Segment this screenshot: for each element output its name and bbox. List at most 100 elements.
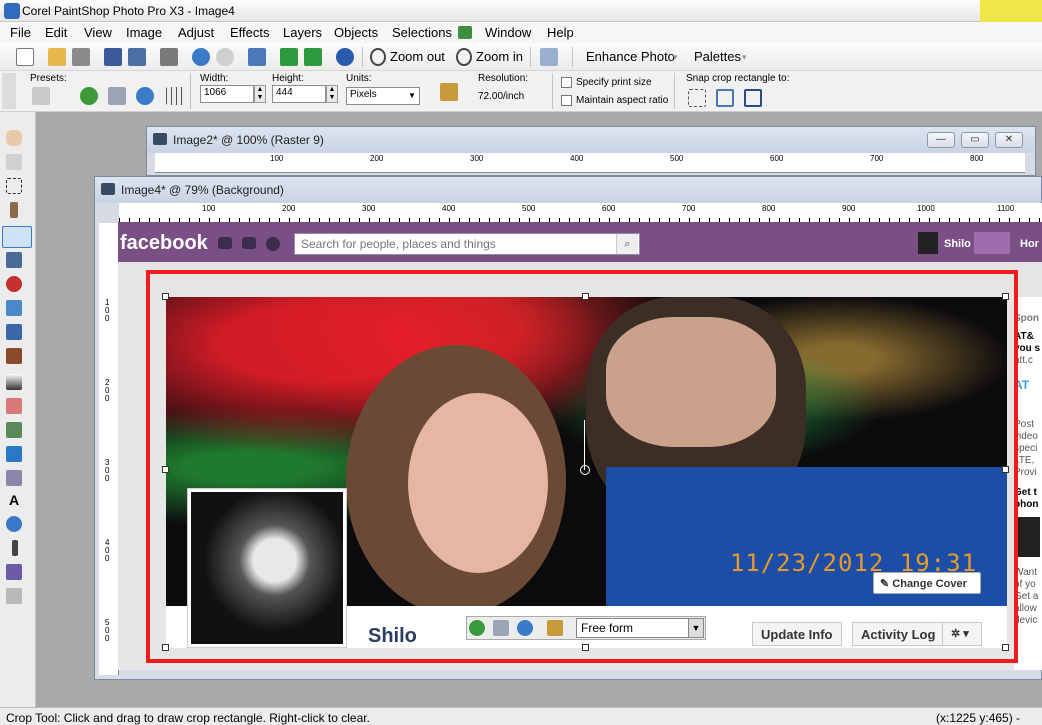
- menu-objects[interactable]: Objects: [334, 25, 378, 40]
- clone-icon[interactable]: [6, 324, 22, 340]
- paint-brush-icon[interactable]: [6, 348, 22, 364]
- chevron-down-icon[interactable]: ▼: [688, 619, 703, 637]
- open-folder-icon[interactable]: [48, 48, 66, 66]
- ad-line: phon: [1014, 499, 1039, 510]
- options-separator: [552, 73, 553, 109]
- chevron-down-icon[interactable]: ▼: [408, 91, 416, 100]
- menu-image[interactable]: Image: [126, 25, 162, 40]
- makeover-icon[interactable]: [6, 300, 22, 316]
- presets-icon[interactable]: [32, 87, 50, 105]
- text-tool-icon[interactable]: A: [6, 492, 22, 508]
- picture-tube-icon[interactable]: [6, 588, 22, 604]
- gradient-icon[interactable]: [6, 374, 22, 390]
- color-replacer-icon[interactable]: [6, 470, 22, 486]
- image2-title-bar[interactable]: Image2* @ 100% (Raster 9) — ▭ ✕: [147, 127, 1035, 153]
- close-button[interactable]: ✕: [995, 132, 1023, 148]
- crop-handle-left[interactable]: [162, 466, 169, 473]
- crop-handle-bottom[interactable]: [582, 644, 589, 651]
- width-spinner[interactable]: ▲ ▼: [254, 85, 266, 103]
- crop-mode-select[interactable]: Free form: [576, 618, 704, 638]
- pan-hand-icon[interactable]: [6, 130, 22, 146]
- minimize-button[interactable]: —: [927, 132, 955, 148]
- image2-title: Image2* @ 100% (Raster 9): [173, 133, 324, 147]
- pen-icon[interactable]: [12, 540, 18, 556]
- ruler-label: 100: [202, 204, 216, 213]
- info-icon[interactable]: [336, 48, 354, 66]
- crop-handle-bottom-left[interactable]: [162, 644, 169, 651]
- move-icon[interactable]: [6, 154, 22, 170]
- straighten-icon[interactable]: [6, 252, 22, 268]
- snap-current-image-icon[interactable]: [688, 89, 706, 107]
- height-spinner[interactable]: ▲ ▼: [326, 85, 338, 103]
- reset-icon[interactable]: [517, 620, 533, 636]
- flood-fill-icon[interactable]: [6, 446, 22, 462]
- height-input[interactable]: 444: [272, 85, 326, 103]
- flip-icon[interactable]: [304, 48, 322, 66]
- menu-help[interactable]: Help: [547, 25, 574, 40]
- zoom-out-button[interactable]: Zoom out: [390, 49, 445, 64]
- crop-handle-right[interactable]: [1002, 466, 1009, 473]
- palettes-menu[interactable]: Palettes: [694, 49, 741, 64]
- web-icon[interactable]: [458, 26, 472, 39]
- maintain-aspect-ratio-checkbox[interactable]: [561, 95, 572, 106]
- crop-as-new-image-icon[interactable]: [108, 87, 126, 105]
- save-icon[interactable]: [104, 48, 122, 66]
- menu-window[interactable]: Window: [485, 25, 531, 40]
- palette-grip[interactable]: [2, 73, 16, 109]
- menu-layers[interactable]: Layers: [283, 25, 322, 40]
- chevron-down-icon[interactable]: ▾: [742, 52, 747, 63]
- zoom-in-button[interactable]: Zoom in: [476, 49, 523, 64]
- menu-selections[interactable]: Selections: [392, 25, 452, 40]
- image2-horizontal-ruler: 100 200 300 400 500 600 700 800: [155, 153, 1025, 173]
- rotation-handle[interactable]: [580, 465, 590, 475]
- zoom-in-icon[interactable]: [456, 48, 472, 66]
- print-icon[interactable]: [160, 48, 178, 66]
- layout-icon[interactable]: [540, 48, 558, 66]
- reset-icon[interactable]: [136, 87, 154, 105]
- selection-icon[interactable]: [6, 178, 22, 194]
- browse-icon[interactable]: [72, 48, 90, 66]
- maximize-button[interactable]: ▭: [961, 132, 989, 148]
- menu-edit[interactable]: Edit: [45, 25, 67, 40]
- resolution-icon[interactable]: [547, 620, 563, 636]
- crop-handle-top-left[interactable]: [162, 293, 169, 300]
- chevron-down-icon[interactable]: ▾: [673, 52, 678, 63]
- menu-file[interactable]: File: [10, 25, 31, 40]
- width-input[interactable]: 1066: [200, 85, 254, 103]
- new-file-icon[interactable]: [16, 48, 34, 66]
- save-as-icon[interactable]: [128, 48, 146, 66]
- apply-checkmark-icon[interactable]: [80, 87, 98, 105]
- enhance-photo-menu[interactable]: Enhance Photo: [586, 49, 675, 64]
- eraser-icon[interactable]: [6, 398, 22, 414]
- warp-brush-icon[interactable]: [6, 564, 22, 580]
- menu-effects[interactable]: Effects: [230, 25, 270, 40]
- image2-window[interactable]: Image2* @ 100% (Raster 9) — ▭ ✕ 100 200 …: [146, 126, 1036, 176]
- specify-print-size-label: Specify print size: [576, 77, 652, 88]
- resolution-icon[interactable]: [440, 83, 458, 101]
- snap-current-layer-icon[interactable]: [716, 89, 734, 107]
- crop-handle-top[interactable]: [582, 293, 589, 300]
- command-history-icon[interactable]: [248, 48, 266, 66]
- ruler-label: 1100: [997, 204, 1015, 213]
- crop-handle-top-right[interactable]: [1002, 293, 1009, 300]
- image4-title-bar[interactable]: Image4* @ 79% (Background): [95, 177, 1041, 203]
- shape-icon[interactable]: [6, 516, 22, 532]
- ruler-label: 500: [105, 618, 110, 643]
- crop-tool-icon[interactable]: [2, 226, 32, 248]
- crop-handle-bottom-right[interactable]: [1002, 644, 1009, 651]
- crop-as-new-image-icon[interactable]: [493, 620, 509, 636]
- ruler-label: 400: [105, 538, 110, 563]
- specify-print-size-checkbox[interactable]: [561, 77, 572, 88]
- rotate-icon[interactable]: [280, 48, 298, 66]
- dodge-icon[interactable]: [6, 422, 22, 438]
- menu-view[interactable]: View: [84, 25, 112, 40]
- dropper-icon[interactable]: [10, 202, 18, 218]
- menu-adjust[interactable]: Adjust: [178, 25, 214, 40]
- apply-checkmark-icon[interactable]: [469, 620, 485, 636]
- redo-icon[interactable]: [216, 48, 234, 66]
- grid-icon[interactable]: [166, 87, 184, 105]
- red-eye-icon[interactable]: [6, 276, 22, 292]
- undo-icon[interactable]: [192, 48, 210, 66]
- zoom-out-icon[interactable]: [370, 48, 386, 66]
- snap-merged-opaque-icon[interactable]: [744, 89, 762, 107]
